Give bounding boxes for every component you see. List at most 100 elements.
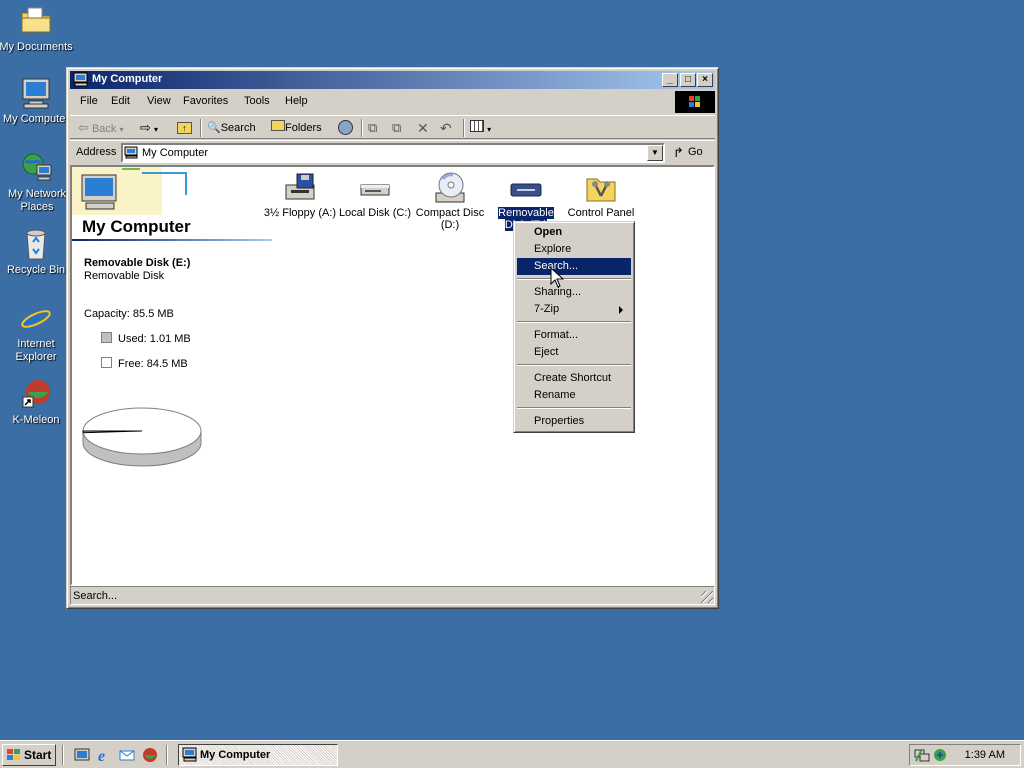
search-label: Search — [220, 122, 256, 134]
address-field[interactable]: My Computer ▼ — [121, 143, 665, 163]
menu-file[interactable]: File — [80, 95, 98, 107]
taskbar-button-label: My Computer — [200, 749, 271, 761]
forward-button[interactable]: ⇨ ▾ — [140, 120, 158, 136]
toolbar-separator — [361, 119, 363, 137]
resize-grip[interactable] — [701, 591, 713, 603]
go-button[interactable]: ↱ Go — [670, 144, 712, 162]
internet-explorer-icon[interactable]: e — [96, 747, 112, 765]
svg-text:e: e — [98, 748, 105, 763]
menu-item-search[interactable]: Search... — [517, 258, 631, 275]
outlook-express-icon[interactable] — [119, 747, 135, 763]
drive-floppy-a[interactable]: 3½ Floppy (A:) — [263, 171, 337, 219]
start-button[interactable]: Start — [2, 744, 56, 766]
menu-item-sharing[interactable]: Sharing... — [517, 284, 631, 301]
title-bar[interactable]: My Computer _ □ × — [70, 71, 715, 89]
menu-item-explore[interactable]: Explore — [517, 241, 631, 258]
desktop-icon-label: K-Meleon — [12, 414, 60, 426]
folders-icon — [271, 120, 285, 131]
minimize-button[interactable]: _ — [662, 73, 678, 87]
taskbar-separator — [62, 745, 64, 765]
menu-separator — [517, 407, 631, 409]
menu-item-eject[interactable]: Eject — [517, 344, 631, 361]
back-label: Back — [91, 123, 117, 135]
show-desktop-icon[interactable] — [74, 747, 90, 763]
close-button[interactable]: × — [697, 73, 713, 87]
used-text: Used: 1.01 MB — [118, 333, 191, 345]
menu-item-properties[interactable]: Properties — [517, 413, 631, 430]
menu-item-rename[interactable]: Rename — [517, 387, 631, 404]
desktop-icon-label: Recycle Bin — [6, 264, 66, 276]
k-meleon-icon — [19, 377, 53, 411]
back-arrow-icon: ⇦ — [78, 120, 89, 135]
copy-to-button[interactable]: ⧉ — [392, 120, 401, 136]
used-swatch — [101, 332, 112, 343]
menu-bar: File Edit View Favorites Tools Help — [70, 91, 715, 111]
desktop-icon-my-computer[interactable]: My Computer — [0, 76, 74, 126]
desktop-icon-recycle-bin[interactable]: Recycle Bin — [0, 227, 74, 277]
history-icon — [338, 120, 353, 135]
desktop-icon-network-places[interactable]: My Network Places — [0, 151, 76, 214]
search-button[interactable]: 🔍Search — [207, 120, 256, 136]
move-to-button[interactable]: ⧉ — [368, 120, 377, 136]
recycle-bin-icon — [19, 227, 53, 261]
menu-tools[interactable]: Tools — [244, 95, 270, 107]
network-tray-icon[interactable] — [914, 747, 930, 763]
go-arrow-icon: ↱ — [673, 145, 684, 160]
history-button[interactable] — [338, 120, 353, 136]
address-label: Address — [76, 146, 117, 158]
menu-item-create-shortcut[interactable]: Create Shortcut — [517, 370, 631, 387]
delete-button[interactable]: ✕ — [417, 120, 429, 136]
floppy-drive-icon — [283, 171, 317, 205]
disk-usage-pie — [82, 407, 202, 467]
menu-item-open[interactable]: Open — [517, 224, 631, 241]
status-text: Search... — [73, 590, 118, 602]
item-label: Control Panel — [567, 207, 635, 219]
folders-button[interactable]: Folders — [271, 120, 322, 136]
control-panel[interactable]: Control Panel — [564, 171, 638, 219]
menu-favorites[interactable]: Favorites — [183, 95, 228, 107]
free-swatch — [101, 357, 112, 368]
internet-explorer-icon: e — [19, 301, 53, 337]
address-dropdown-button[interactable]: ▼ — [647, 145, 663, 161]
desktop-icon-my-documents[interactable]: My Documents — [0, 4, 74, 54]
chevron-down-icon: ▾ — [487, 125, 492, 134]
undo-icon: ↶ — [440, 120, 452, 136]
taskbar-separator — [166, 745, 168, 765]
item-label: Local Disk (C:) — [338, 207, 412, 219]
pane-title-underline — [72, 239, 272, 241]
drive-local-c[interactable]: Local Disk (C:) — [338, 171, 412, 219]
clock: 1:39 AM — [964, 749, 1005, 761]
taskbar-button-my-computer[interactable]: My Computer — [178, 744, 338, 766]
free-text: Free: 84.5 MB — [118, 358, 188, 370]
computer-icon — [19, 76, 53, 110]
chevron-down-icon: ▾ — [119, 125, 124, 134]
desktop-icon-label: My Documents — [0, 41, 73, 53]
menu-help[interactable]: Help — [285, 95, 308, 107]
undo-button[interactable]: ↶ — [440, 120, 452, 136]
drive-compact-disc-d[interactable]: Compact Disc (D:) — [413, 171, 487, 231]
address-value: My Computer — [142, 147, 209, 159]
menu-edit[interactable]: Edit — [111, 95, 130, 107]
start-label: Start — [24, 748, 52, 762]
menu-view[interactable]: View — [147, 95, 171, 107]
computer-icon — [124, 146, 139, 159]
back-button[interactable]: ⇦ Back ▾ — [78, 120, 124, 136]
cd-drive-icon — [433, 171, 467, 205]
desktop-icon-k-meleon[interactable]: K-Meleon — [0, 377, 74, 427]
up-folder-button[interactable]: ↑ — [177, 120, 192, 136]
toolbar-separator — [200, 119, 202, 137]
menu-item-7zip[interactable]: 7-Zip — [517, 301, 631, 318]
desktop-icon-label: Internet Explorer — [15, 338, 57, 363]
menu-separator — [517, 278, 631, 280]
computer-icon — [182, 747, 198, 762]
menu-item-format[interactable]: Format... — [517, 327, 631, 344]
mouse-cursor-icon — [550, 266, 565, 289]
security-tray-icon[interactable] — [932, 747, 948, 763]
computer-icon — [73, 72, 89, 87]
status-bar: Search... — [70, 586, 715, 605]
maximize-button[interactable]: □ — [680, 73, 696, 87]
move-to-icon: ⧉ — [368, 120, 378, 135]
views-button[interactable]: ▾ — [470, 120, 491, 136]
desktop-icon-internet-explorer[interactable]: e Internet Explorer — [0, 301, 74, 364]
k-meleon-icon[interactable] — [142, 747, 158, 763]
